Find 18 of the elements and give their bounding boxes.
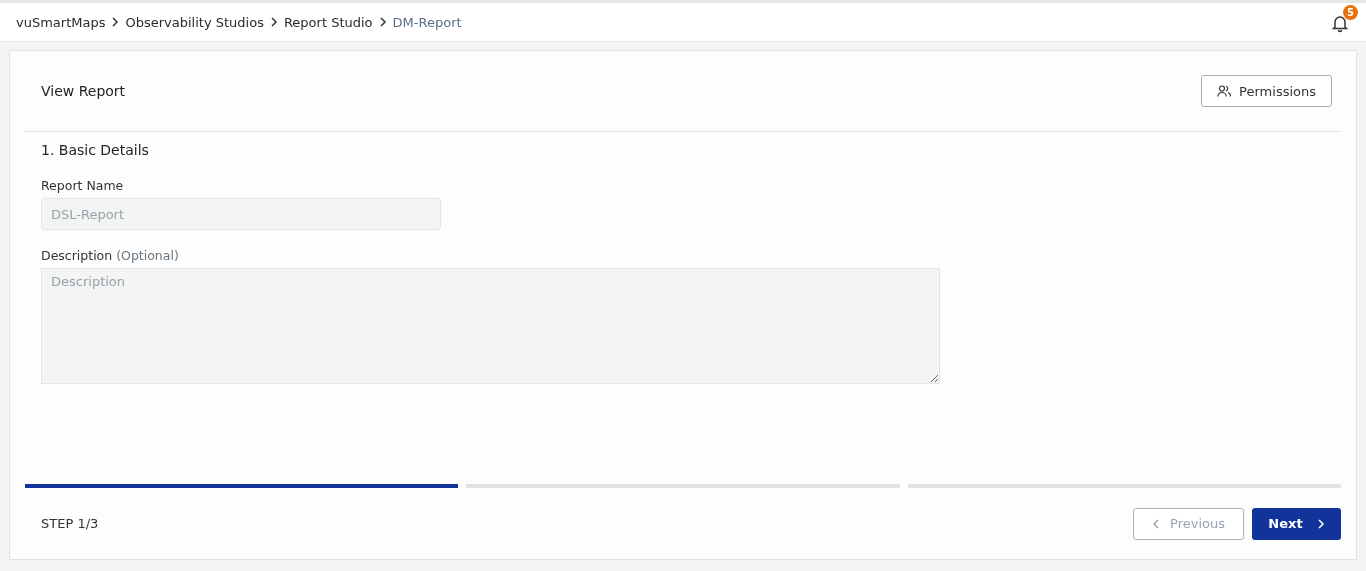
section-title: 1. Basic Details [41, 142, 150, 158]
chevron-icon [378, 17, 387, 27]
breadcrumb-link[interactable]: Observability Studios [125, 14, 264, 30]
breadcrumb-link[interactable]: Report Studio [283, 14, 373, 30]
chevron-left-icon [1152, 518, 1160, 529]
breadcrumb-link[interactable]: vuSmartMaps [16, 14, 106, 30]
chevron-right-icon [1316, 518, 1325, 529]
chevron-icon [111, 17, 120, 27]
notification-badge: 5 [1343, 5, 1358, 20]
next-button[interactable]: Next [1252, 507, 1341, 540]
step-counter: STEP 1/3 [41, 516, 99, 531]
users-icon [1217, 85, 1232, 97]
chevron-icon [269, 17, 278, 27]
page-title: View Report [41, 83, 126, 99]
permissions-button[interactable]: Permissions [1201, 75, 1332, 107]
breadcrumb-link[interactable]: DM-Report [392, 14, 462, 30]
field-label: Description (Optional) [41, 248, 180, 263]
field-label: Report Name [41, 178, 125, 193]
